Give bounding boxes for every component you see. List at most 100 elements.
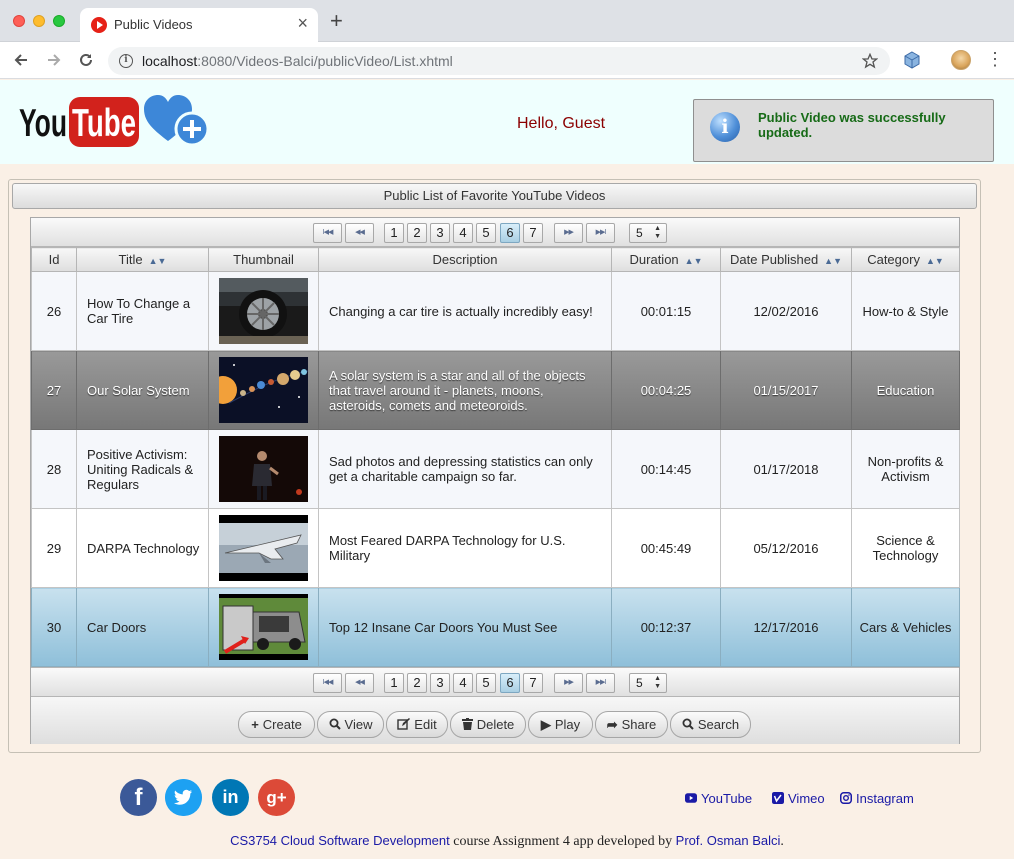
close-window-button[interactable]: [13, 15, 25, 27]
extension-cube-icon[interactable]: [903, 51, 921, 69]
table-row[interactable]: 27 Our Solar System A solar system is a …: [31, 350, 960, 430]
aircraft-thumbnail[interactable]: [219, 515, 308, 581]
first-page-button[interactable]: I◀◀: [313, 673, 342, 693]
car-doors-thumbnail[interactable]: [219, 594, 308, 660]
previous-page-button[interactable]: ◀◀: [345, 673, 374, 693]
create-button[interactable]: + Create: [238, 711, 315, 738]
page-2-button[interactable]: 2: [407, 673, 427, 693]
column-header-date-published[interactable]: Date Published ▲▼: [720, 247, 852, 272]
next-page-button[interactable]: ▶▶: [554, 673, 583, 693]
view-button[interactable]: View: [317, 711, 384, 738]
minimize-window-button[interactable]: [33, 15, 45, 27]
youtube-link-label: YouTube: [701, 791, 753, 806]
table-row[interactable]: 26 How To Change a Car Tire Changing a c: [31, 271, 960, 351]
rows-per-page-select[interactable]: 5 ▲ ▼: [629, 673, 667, 693]
new-tab-button[interactable]: +: [330, 10, 343, 32]
heart-plus-logo-icon: [144, 95, 210, 147]
delete-label: Delete: [476, 717, 515, 732]
forward-arrow-icon[interactable]: [46, 52, 62, 68]
view-label: View: [344, 717, 373, 732]
instagram-link[interactable]: Instagram: [840, 791, 914, 806]
page-4-button[interactable]: 4: [453, 223, 473, 243]
page-6-button[interactable]: 6: [500, 223, 520, 243]
page-2-button[interactable]: 2: [407, 223, 427, 243]
sort-icon[interactable]: ▲▼: [149, 256, 167, 266]
solar-system-thumbnail[interactable]: [219, 357, 308, 423]
page-6-button[interactable]: 6: [500, 673, 520, 693]
twitter-icon[interactable]: [165, 779, 202, 816]
cell-title: Car Doors: [76, 587, 209, 667]
back-arrow-icon[interactable]: [13, 52, 29, 68]
bookmark-star-icon[interactable]: [862, 53, 878, 69]
next-page-button[interactable]: ▶▶: [554, 223, 583, 243]
action-button-bar: + Create View Edit Delete ▶ Play ➦ Share Se…: [31, 696, 959, 744]
page-5-button[interactable]: 5: [476, 223, 496, 243]
author-link[interactable]: Prof. Osman Balci: [676, 833, 781, 848]
car-tire-thumbnail[interactable]: [219, 278, 308, 344]
cell-date-published: 01/17/2018: [720, 429, 852, 509]
vimeo-link-label: Vimeo: [788, 791, 825, 806]
vimeo-link[interactable]: Vimeo: [772, 791, 825, 806]
cell-title: Our Solar System: [76, 350, 209, 430]
cell-date-published: 05/12/2016: [720, 508, 852, 588]
sort-icon[interactable]: ▲▼: [824, 256, 842, 266]
youtube-favicon-icon: [91, 17, 107, 33]
page-3-button[interactable]: 3: [430, 673, 450, 693]
search-button[interactable]: Search: [670, 711, 751, 738]
page-1-button[interactable]: 1: [384, 673, 404, 693]
rows-per-page-select[interactable]: 5 ▲ ▼: [629, 223, 667, 243]
page-5-button[interactable]: 5: [476, 673, 496, 693]
profile-avatar[interactable]: [951, 50, 971, 70]
column-header-title[interactable]: Title ▲▼: [76, 247, 209, 272]
linkedin-icon[interactable]: in: [212, 779, 249, 816]
cell-id: 27: [31, 350, 77, 430]
google-plus-icon[interactable]: g+: [258, 779, 295, 816]
edit-button[interactable]: Edit: [386, 711, 448, 738]
share-button[interactable]: ➦ Share: [595, 711, 668, 738]
table-row[interactable]: 29 DARPA Technology Most Feared DARPA Te…: [31, 508, 960, 588]
page-4-button[interactable]: 4: [453, 673, 473, 693]
page-3-button[interactable]: 3: [430, 223, 450, 243]
trash-icon: [461, 718, 473, 730]
table-row[interactable]: 28 Positive Activism: Uniting Radicals &…: [31, 429, 960, 509]
tab-close-icon[interactable]: ×: [297, 14, 308, 32]
column-header-description: Description: [318, 247, 612, 272]
page-7-button[interactable]: 7: [523, 223, 543, 243]
previous-page-button[interactable]: ◀◀: [345, 223, 374, 243]
search-icon: [682, 718, 694, 730]
site-info-icon[interactable]: i: [119, 54, 133, 68]
videos-datatable: I◀◀ ◀◀ 1 2 3 4 5 6 7 ▶▶ ▶▶I 5 ▲ ▼ Id Title…: [30, 217, 960, 744]
column-header-duration-label: Duration: [629, 252, 679, 267]
delete-button[interactable]: Delete: [450, 711, 526, 738]
credit-period: .: [780, 834, 784, 849]
column-header-date-label: Date Published: [730, 252, 819, 267]
maximize-window-button[interactable]: [53, 15, 65, 27]
sort-icon[interactable]: ▲▼: [926, 256, 944, 266]
browser-tab[interactable]: Public Videos ×: [80, 8, 318, 42]
speaker-stage-thumbnail[interactable]: [219, 436, 308, 502]
column-header-duration[interactable]: Duration ▲▼: [611, 247, 721, 272]
videos-table: Id Title ▲▼ Thumbnail Description Duratio…: [31, 247, 960, 667]
greeting-text: Hello, Guest: [517, 115, 606, 132]
browser-menu-icon[interactable]: ⋮: [986, 48, 1004, 70]
first-page-button[interactable]: I◀◀: [313, 223, 342, 243]
edit-icon: [397, 718, 411, 730]
reload-icon[interactable]: [78, 52, 94, 68]
cell-title: DARPA Technology: [76, 508, 209, 588]
youtube-logo-icon[interactable]: You Tube: [19, 97, 139, 147]
play-button[interactable]: ▶ Play: [528, 711, 593, 738]
url-text: localhost:8080/Videos-Balci/publicVideo/…: [142, 53, 453, 69]
last-page-button[interactable]: ▶▶I: [586, 223, 615, 243]
sort-icon[interactable]: ▲▼: [685, 256, 703, 266]
page-7-button[interactable]: 7: [523, 673, 543, 693]
page-1-button[interactable]: 1: [384, 223, 404, 243]
last-page-button[interactable]: ▶▶I: [586, 673, 615, 693]
address-bar[interactable]: i localhost:8080/Videos-Balci/publicVide…: [108, 47, 890, 75]
table-row[interactable]: 30 Car Doors Top 12 Insane Car Doors You…: [31, 587, 960, 667]
facebook-icon[interactable]: f: [120, 779, 157, 816]
column-header-category[interactable]: Category ▲▼: [851, 247, 960, 272]
youtube-link[interactable]: YouTube: [685, 791, 752, 806]
course-link[interactable]: CS3754 Cloud Software Development: [230, 833, 450, 848]
cell-category: Cars & Vehicles: [851, 587, 960, 667]
vimeo-icon: [772, 792, 784, 804]
